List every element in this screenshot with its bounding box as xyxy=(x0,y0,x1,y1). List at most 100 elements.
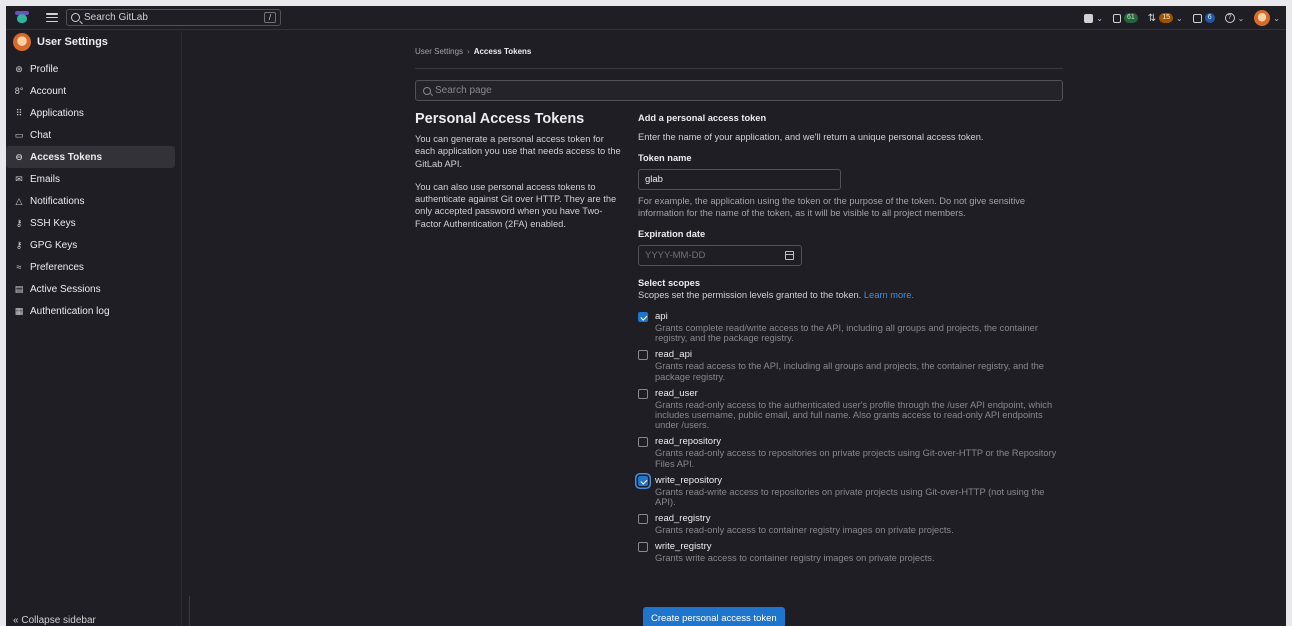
new-dropdown[interactable]: ⌄ xyxy=(1084,13,1103,23)
sidebar-item-profile[interactable]: ⊛ Profile xyxy=(6,58,175,80)
account-icon: 8° xyxy=(14,86,24,96)
scope-description: Grants read-only access to the authentic… xyxy=(655,399,1053,431)
top-right-actions: ⌄ 61 ⇅ 15 ⌄ 6 ? ⌄ ⌄ xyxy=(1084,6,1280,30)
intro-paragraph-1: You can generate a personal access token… xyxy=(415,134,621,169)
scope-description: Grants read-only access to repositories … xyxy=(655,448,1057,469)
collapse-sidebar-label: Collapse sidebar xyxy=(21,615,96,626)
help-dropdown[interactable]: ? ⌄ xyxy=(1224,13,1245,23)
scope-name[interactable]: write_registry xyxy=(655,541,935,552)
form-heading: Add a personal access token xyxy=(638,113,767,123)
sidebar-item-label: Emails xyxy=(30,173,61,185)
todos-link[interactable]: 6 xyxy=(1192,13,1215,23)
sidebar-item-gpg-keys[interactable]: ⚷ GPG Keys xyxy=(6,234,175,256)
merge-requests-dropdown[interactable]: ⇅ 15 ⌄ xyxy=(1148,13,1183,24)
sidebar-header[interactable]: User Settings xyxy=(6,31,181,53)
chevron-down-icon: ⌄ xyxy=(1096,13,1103,23)
sidebar-title: User Settings xyxy=(37,36,108,48)
scope-write-registry: write_registry Grants write access to con… xyxy=(638,541,1066,563)
chat-icon: ▭ xyxy=(14,129,24,140)
scope-checkbox[interactable] xyxy=(638,542,648,553)
intro-section: Personal Access Tokens You can generate … xyxy=(415,111,625,241)
profile-icon: ⊛ xyxy=(15,63,23,74)
expiration-date-field[interactable]: YYYY-MM-DD xyxy=(638,245,802,266)
scope-checkbox[interactable] xyxy=(638,388,648,399)
scope-api: api Grants complete read/write access to … xyxy=(638,311,1066,343)
applications-icon: ⠿ xyxy=(15,107,23,118)
scope-name[interactable]: write_repository xyxy=(655,475,1066,486)
scope-checkbox[interactable] xyxy=(638,437,648,448)
divider xyxy=(189,596,190,626)
bell-icon: △ xyxy=(15,195,23,206)
issues-count-badge: 61 xyxy=(1124,13,1138,23)
token-name-value: glab xyxy=(645,174,663,185)
gitlab-logo[interactable] xyxy=(14,10,30,25)
chevron-down-icon: ⌄ xyxy=(1237,13,1245,23)
sidebar-item-account[interactable]: 8° Account xyxy=(6,80,175,102)
sidebar-item-notifications[interactable]: △ Notifications xyxy=(6,190,175,212)
menu-icon[interactable] xyxy=(46,13,58,22)
scope-description: Grants write access to container registr… xyxy=(655,553,935,564)
scope-read-api: read_api Grants read access to the API, i… xyxy=(638,349,1066,382)
scope-body: read_api Grants read access to the API, i… xyxy=(655,349,1066,381)
settings-sidebar: User Settings ⊛ Profile 8° Account ⠿ Applicat… xyxy=(6,31,182,626)
sidebar-item-label: Account xyxy=(30,85,67,97)
sidebar-item-label: Active Sessions xyxy=(30,283,101,295)
learn-more-link[interactable]: Learn more. xyxy=(864,290,914,300)
scope-checkbox[interactable] xyxy=(638,514,648,525)
expiration-date-label: Expiration date xyxy=(638,229,706,239)
token-name-help: For example, the application using the t… xyxy=(638,196,1026,218)
form-subheading: Enter the name of your application, and … xyxy=(638,132,984,142)
scope-name[interactable]: read_user xyxy=(655,388,1066,399)
issues-link[interactable]: 61 xyxy=(1113,13,1138,23)
intro-paragraph-2: You can also use personal access tokens … xyxy=(415,181,617,229)
scope-checkbox[interactable] xyxy=(638,350,648,361)
todo-icon xyxy=(1192,13,1202,23)
create-token-button[interactable]: Create personal access token xyxy=(643,607,785,626)
chevron-down-icon: ⌄ xyxy=(1273,13,1280,23)
scope-description: Grants read-write access to repositories… xyxy=(655,486,1045,508)
search-page-placeholder: Search page xyxy=(435,85,492,96)
scope-body: api Grants complete read/write access to … xyxy=(655,311,1066,343)
sidebar-item-label: Access Tokens xyxy=(30,151,103,163)
global-search-input[interactable]: Search GitLab / xyxy=(66,9,281,26)
global-search-placeholder: Search GitLab xyxy=(84,12,148,23)
sidebar-item-preferences[interactable]: ≈ Preferences xyxy=(6,256,175,278)
issues-icon xyxy=(1113,13,1121,23)
sidebar-item-label: Chat xyxy=(30,129,52,141)
token-form: Add a personal access token Enter the na… xyxy=(638,113,1066,570)
search-page-input[interactable]: Search page xyxy=(415,80,1063,101)
search-shortcut-key: / xyxy=(264,12,276,23)
merge-requests-count-badge: 15 xyxy=(1159,13,1173,23)
scope-name[interactable]: api xyxy=(655,311,1066,322)
sidebar-item-access-tokens[interactable]: ⊖ Access Tokens xyxy=(6,146,175,168)
scope-checkbox[interactable] xyxy=(638,475,648,486)
help-icon: ? xyxy=(1224,13,1235,23)
scope-name[interactable]: read_registry xyxy=(655,513,954,524)
sidebar-item-label: Notifications xyxy=(30,195,85,207)
expiration-date-placeholder: YYYY-MM-DD xyxy=(645,250,706,261)
key-icon: ⚷ xyxy=(15,217,23,228)
divider xyxy=(415,68,1063,69)
scope-read-repository: read_repository Grants read-only access t… xyxy=(638,436,1066,469)
sidebar-item-chat[interactable]: ▭ Chat xyxy=(6,124,175,146)
sidebar-item-emails[interactable]: ✉ Emails xyxy=(6,168,175,190)
user-menu[interactable]: ⌄ xyxy=(1254,10,1280,26)
scopes-help-text: Scopes set the permission levels granted… xyxy=(638,290,862,300)
search-icon xyxy=(71,13,80,22)
scope-name[interactable]: read_api xyxy=(655,349,1066,360)
scope-name[interactable]: read_repository xyxy=(655,436,1066,447)
calendar-icon[interactable] xyxy=(785,251,794,260)
sidebar-item-applications[interactable]: ⠿ Applications xyxy=(6,102,175,124)
plus-square-icon xyxy=(1084,13,1094,23)
breadcrumb-parent[interactable]: User Settings xyxy=(415,47,463,56)
sidebar-item-label: Authentication log xyxy=(30,305,110,317)
sidebar-item-authentication-log[interactable]: ▦ Authentication log xyxy=(6,300,175,322)
collapse-sidebar-button[interactable]: « Collapse sidebar xyxy=(13,615,96,626)
sidebar-item-active-sessions[interactable]: ▤ Active Sessions xyxy=(6,278,175,300)
breadcrumb-separator-icon: › xyxy=(467,47,470,56)
top-bar: Search GitLab / ⌄ 61 ⇅ 15 ⌄ 6 ? ⌄ ⌄ xyxy=(6,6,1286,30)
sidebar-item-ssh-keys[interactable]: ⚷ SSH Keys xyxy=(6,212,175,234)
token-name-field[interactable]: glab xyxy=(638,169,841,190)
breadcrumb: User Settings › Access Tokens xyxy=(415,47,531,56)
scope-checkbox[interactable] xyxy=(638,312,648,322)
